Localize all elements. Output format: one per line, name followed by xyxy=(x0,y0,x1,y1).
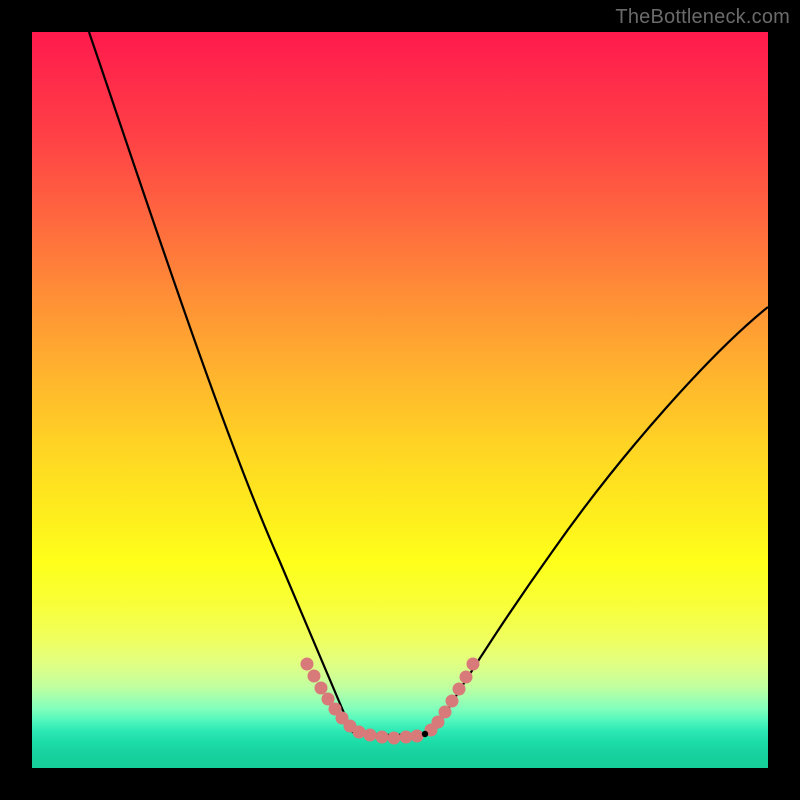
curve-right xyxy=(434,307,768,732)
highlight-dots-right xyxy=(425,658,480,737)
highlight-dots-left xyxy=(301,658,424,745)
chart-svg xyxy=(32,32,768,768)
chart-frame: TheBottleneck.com xyxy=(0,0,800,800)
plot-area xyxy=(32,32,768,768)
valley-marker xyxy=(422,731,428,737)
curve-left xyxy=(89,32,352,732)
watermark-text: TheBottleneck.com xyxy=(615,6,790,29)
